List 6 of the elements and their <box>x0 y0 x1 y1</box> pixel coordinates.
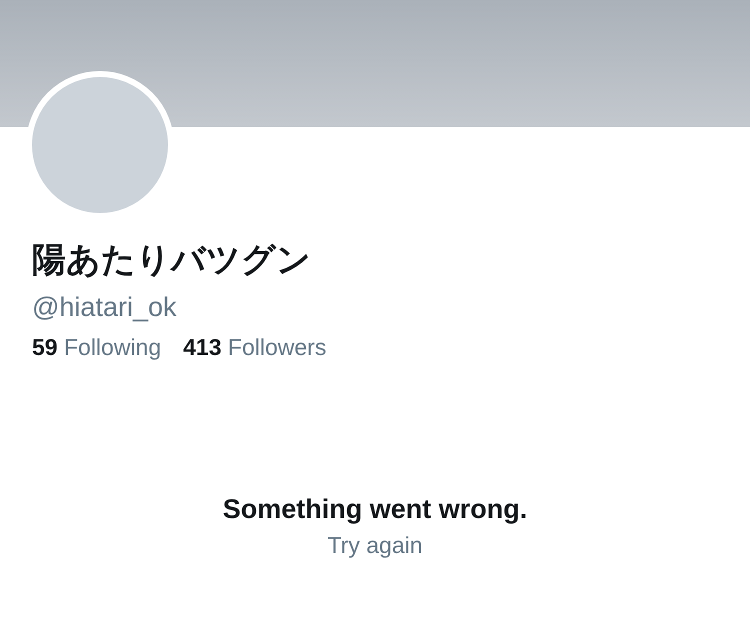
error-message: Something went wrong. <box>222 493 528 526</box>
stat-link[interactable]: 413 Followers <box>183 331 326 363</box>
retry-link[interactable]: Try again <box>327 529 423 561</box>
stat-link[interactable]: 59 Following <box>32 331 162 363</box>
username: @hiatari_ok <box>32 291 178 324</box>
display-name: 陽あたりバツグン <box>32 239 312 282</box>
